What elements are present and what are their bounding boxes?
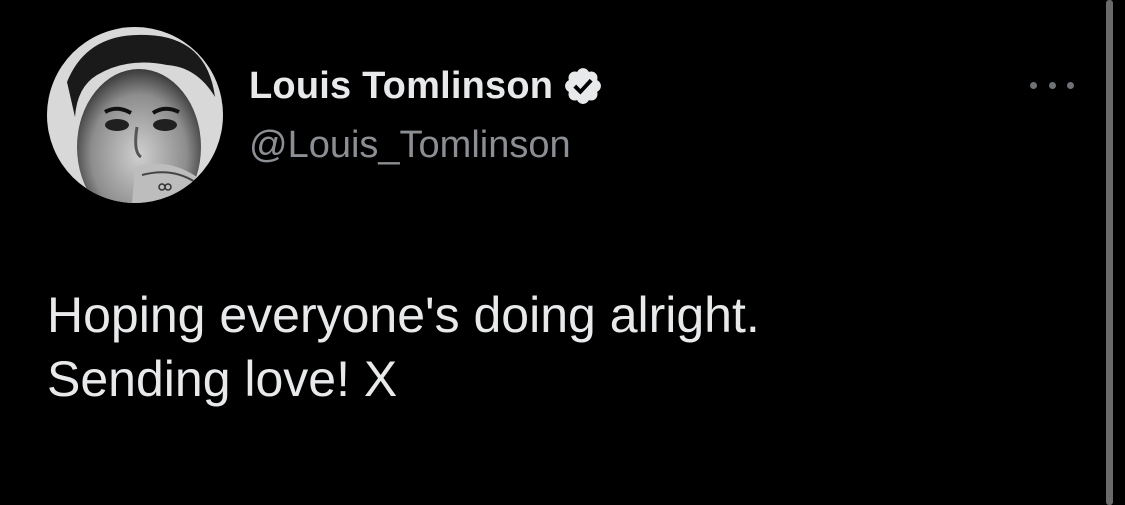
profile-photo: [47, 27, 223, 203]
author-name-row[interactable]: Louis Tomlinson: [249, 62, 604, 110]
tweet-text: Hoping everyone's doing alright. Sending…: [47, 283, 1087, 411]
avatar[interactable]: [47, 27, 223, 203]
dot: [1048, 81, 1056, 89]
more-options-icon[interactable]: [1030, 76, 1074, 94]
dot: [1030, 81, 1037, 89]
verified-badge-icon: [562, 65, 604, 107]
author-handle[interactable]: @Louis_Tomlinson: [249, 124, 571, 167]
tweet-text-line: Hoping everyone's doing alright.: [47, 287, 760, 343]
display-name[interactable]: Louis Tomlinson: [249, 65, 553, 108]
tweet-text-line: Sending love! X: [47, 351, 398, 407]
dot: [1067, 81, 1074, 89]
scrollbar[interactable]: [1106, 0, 1113, 505]
